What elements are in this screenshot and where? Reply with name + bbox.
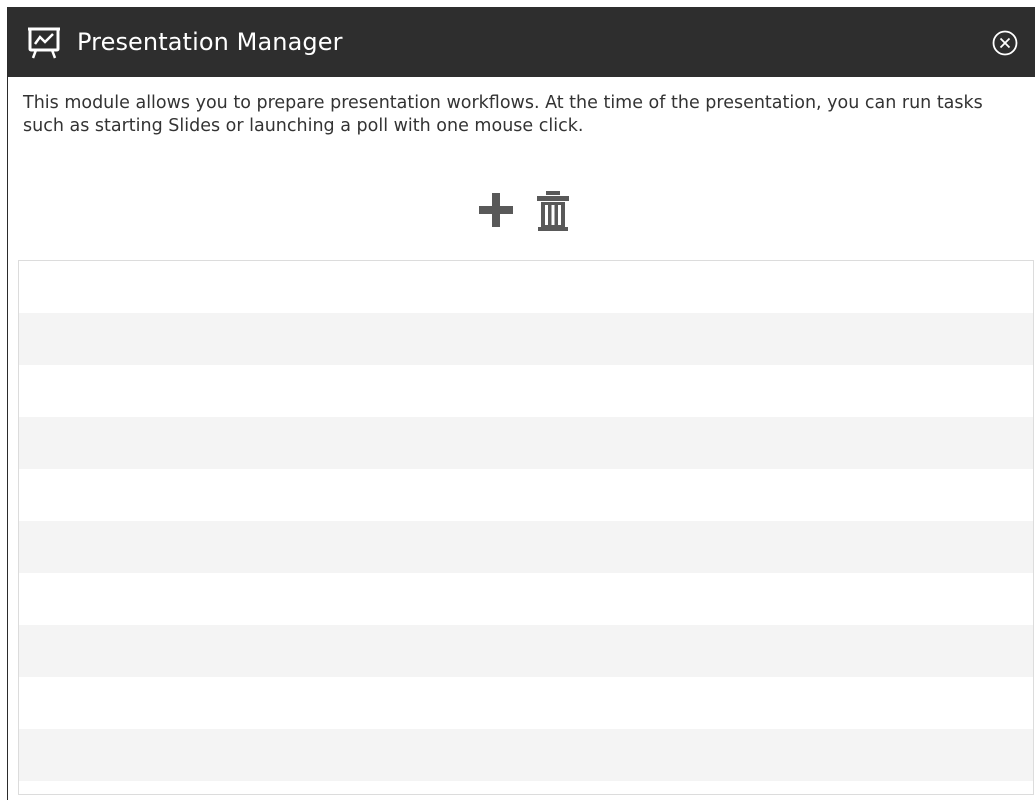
list-row xyxy=(19,469,1033,521)
list-row xyxy=(19,677,1033,729)
workflow-toolbar xyxy=(476,189,586,233)
list-row xyxy=(19,261,1033,313)
module-description: This module allows you to prepare presen… xyxy=(23,93,983,136)
list-row xyxy=(19,729,1033,781)
title-bar: Presentation Manager xyxy=(8,7,1035,77)
trash-icon xyxy=(537,191,569,231)
list-row xyxy=(19,365,1033,417)
list-row xyxy=(19,313,1033,365)
list-row xyxy=(19,521,1033,573)
list-row xyxy=(19,625,1033,677)
presentation-manager-window: Presentation Manager This module allows … xyxy=(7,7,1035,800)
list-row xyxy=(19,781,1033,794)
window-title: Presentation Manager xyxy=(77,28,343,56)
delete-workflow-button[interactable] xyxy=(533,189,573,233)
add-workflow-button[interactable] xyxy=(476,189,516,233)
list-row xyxy=(19,573,1033,625)
plus-icon xyxy=(479,193,513,227)
list-row xyxy=(19,417,1033,469)
workflow-list[interactable] xyxy=(18,260,1034,795)
presentation-board-icon xyxy=(28,27,60,59)
close-icon[interactable] xyxy=(991,29,1019,57)
